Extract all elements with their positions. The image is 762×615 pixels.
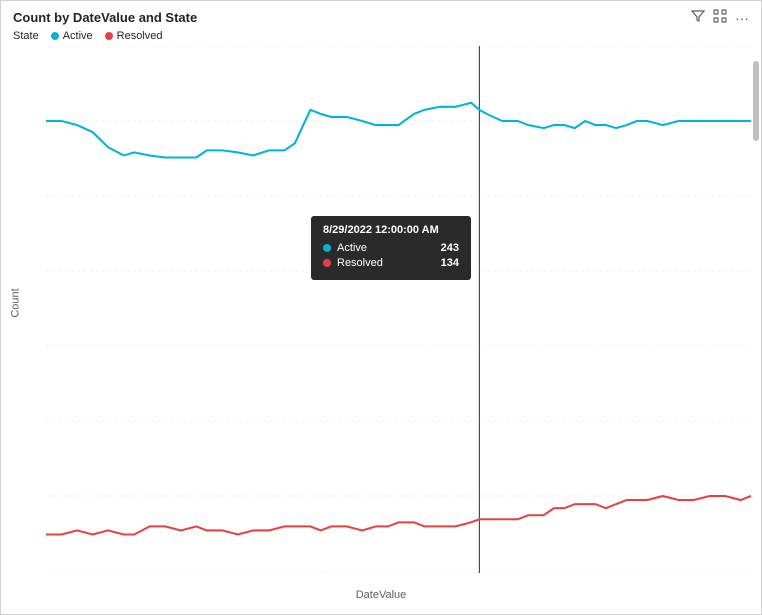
legend-dot-resolved [105,32,113,40]
chart-header: Count by DateValue and State ··· [1,1,761,30]
more-options-icon[interactable]: ··· [735,10,749,26]
y-axis-label: Count [10,288,22,317]
chart-icons: ··· [691,9,749,26]
chart-area: Count 260 240 220 200 180 160 140 120 [1,46,761,603]
legend-label-resolved: Resolved [117,30,163,42]
legend-dot-active [51,32,59,40]
legend-item-active: Active [51,30,93,42]
scrollbar-right[interactable] [753,61,759,141]
filter-icon[interactable] [691,9,705,26]
chart-svg: 260 240 220 200 180 160 140 120 Apr 2022… [46,46,751,573]
legend-label-active: Active [63,30,93,42]
legend-item-resolved: Resolved [105,30,163,42]
x-axis-label: DateValue [356,589,407,601]
legend: State Active Resolved [1,30,761,46]
focus-mode-icon[interactable] [713,9,727,26]
chart-container: Count by DateValue and State ··· State A… [0,0,762,615]
legend-state-label: State [13,30,39,42]
chart-title: Count by DateValue and State [13,10,197,25]
